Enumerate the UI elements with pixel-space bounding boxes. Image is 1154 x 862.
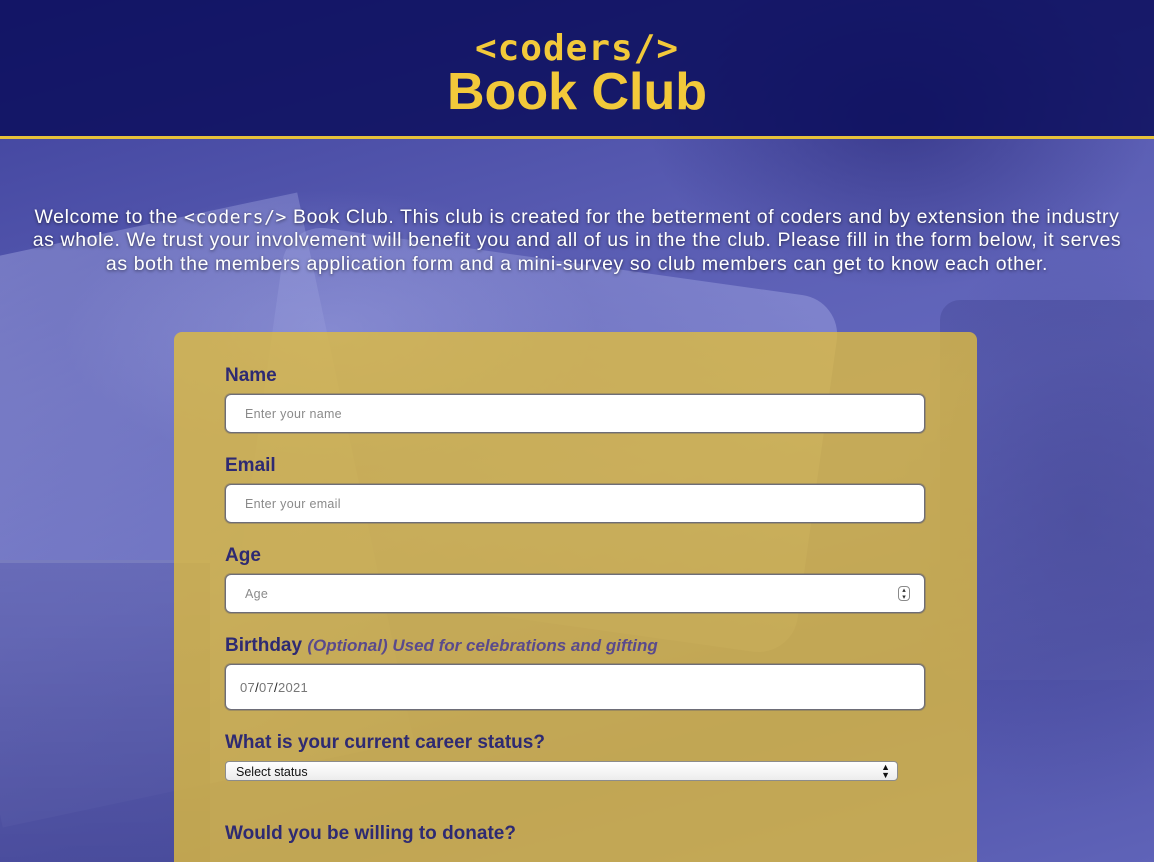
age-input[interactable]: Age ▴ ▾: [225, 574, 925, 613]
name-input[interactable]: Enter your name: [225, 394, 925, 433]
number-stepper-icon[interactable]: ▴ ▾: [898, 586, 910, 601]
birthday-hint: (Optional) Used for celebrations and gif…: [307, 636, 658, 655]
email-placeholder: Enter your email: [245, 497, 341, 511]
logo-title: Book Club: [447, 63, 707, 121]
name-label: Name: [225, 365, 277, 386]
email-label: Email: [225, 455, 276, 476]
date-value: 07/07/2021: [240, 680, 308, 695]
career-status-select[interactable]: Select status ▲ ▼: [225, 761, 898, 781]
intro-code-text: <coders/>: [184, 206, 287, 228]
page: <coders/> Book Club Welcome to the <code…: [0, 0, 1154, 862]
survey-form: Name Enter your name Email Enter your em…: [174, 332, 977, 862]
name-placeholder: Enter your name: [245, 407, 342, 421]
birthday-label: Birthday (Optional) Used for celebration…: [225, 635, 658, 657]
date-day[interactable]: 07: [259, 680, 274, 695]
select-arrows-icon: ▲ ▼: [881, 762, 890, 780]
date-year[interactable]: 2021: [278, 680, 308, 695]
date-month[interactable]: 07: [240, 680, 255, 695]
career-selected-value: Select status: [236, 765, 308, 779]
age-label: Age: [225, 545, 261, 566]
email-input[interactable]: Enter your email: [225, 484, 925, 523]
intro-paragraph: Welcome to the <coders/> Book Club. This…: [30, 206, 1124, 277]
page-header: <coders/> Book Club: [0, 0, 1154, 139]
intro-text: Welcome to the: [34, 205, 185, 228]
age-placeholder: Age: [245, 587, 269, 601]
birthday-label-text: Birthday: [225, 635, 303, 656]
career-label: What is your current career status?: [225, 732, 545, 753]
birthday-date-input[interactable]: 07/07/2021: [225, 664, 925, 710]
donate-label: Would you be willing to donate?: [225, 823, 516, 844]
